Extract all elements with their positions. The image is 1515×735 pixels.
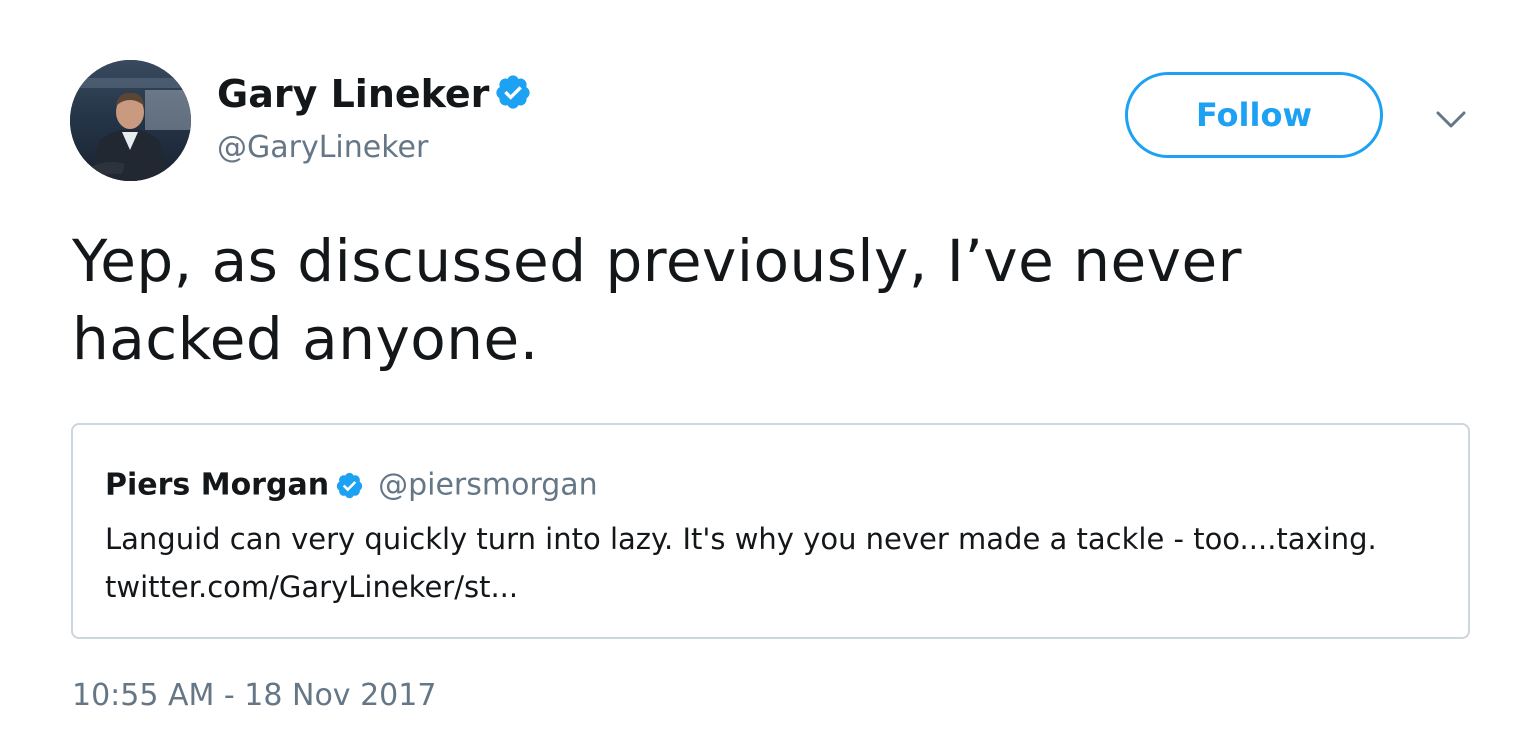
chevron-down-icon[interactable] (1432, 104, 1470, 134)
quoted-author-handle: @piersmorgan (378, 467, 598, 503)
quoted-tweet-text: Languid can very quickly turn into lazy.… (105, 515, 1445, 611)
follow-button[interactable]: Follow (1125, 72, 1383, 158)
verified-badge-icon (336, 472, 363, 499)
tweet-text-line: Yep, as discussed previously, I’ve never (72, 227, 1243, 295)
quoted-tweet-text-line: Languid can very quickly turn into lazy.… (105, 522, 1377, 556)
avatar-photo-icon (70, 60, 191, 181)
quoted-tweet-header: Piers Morgan @piersmorgan (105, 465, 598, 506)
author-display-name[interactable]: Gary Lineker (217, 70, 489, 118)
tweet-text-line: hacked anyone. (72, 305, 539, 373)
quoted-tweet-link[interactable]: twitter.com/GaryLineker/st... (105, 563, 1445, 611)
author-avatar[interactable] (70, 60, 191, 181)
author-handle[interactable]: @GaryLineker (217, 128, 428, 168)
tweet-card: Gary Lineker @GaryLineker Follow Yep, as… (0, 0, 1515, 735)
quoted-author-name: Piers Morgan (105, 467, 330, 503)
quoted-tweet-card[interactable]: Piers Morgan @piersmorgan Languid can ve… (71, 423, 1470, 639)
verified-badge-icon (496, 75, 530, 109)
tweet-text: Yep, as discussed previously, I’ve never… (72, 222, 1452, 378)
tweet-timestamp[interactable]: 10:55 AM - 18 Nov 2017 (72, 676, 436, 716)
